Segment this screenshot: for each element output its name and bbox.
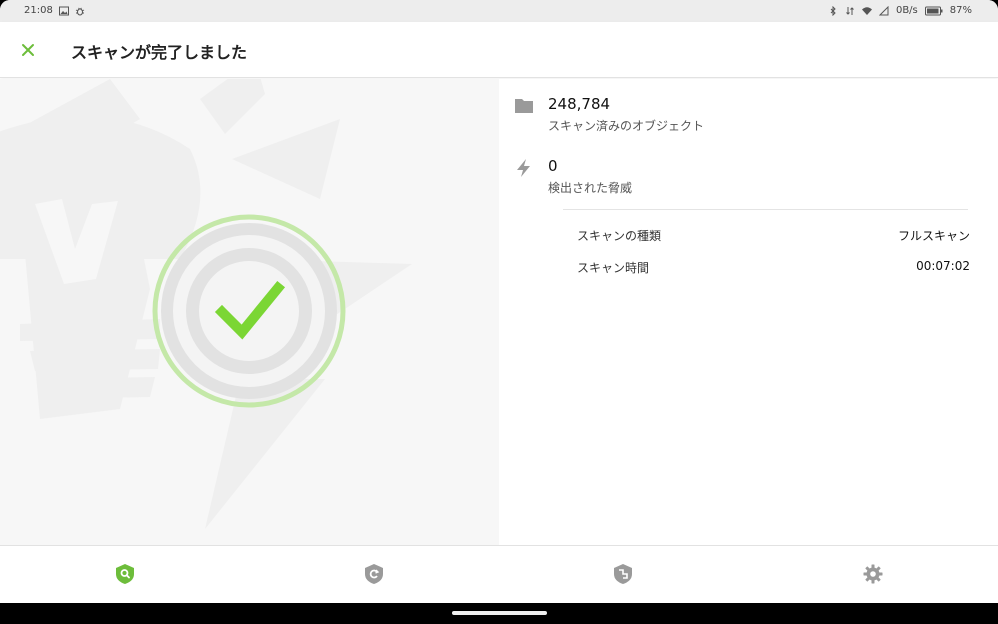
scanned-objects-label: スキャン済みのオブジェクト [548, 119, 705, 133]
cellular-signal-icon [878, 5, 889, 15]
threats-count: 0 [548, 157, 558, 175]
scan-complete-indicator [152, 214, 346, 408]
data-transfer-icon [846, 6, 854, 15]
close-icon[interactable] [16, 38, 40, 62]
divider [563, 209, 968, 210]
status-time: 21:08 [24, 5, 53, 16]
app-window: 21:08 0B/s 87% スキャンが完了しました 248,784 スキャン済… [0, 0, 998, 603]
bottom-navigation [0, 545, 998, 603]
shield-search-icon[interactable] [113, 562, 137, 586]
page-title: スキャンが完了しました [71, 43, 248, 62]
scan-results-panel: 248,784 スキャン済みのオブジェクト 0 検出された脅威 スキャンの種類 … [499, 79, 998, 545]
battery-level: 87% [949, 5, 972, 16]
network-speed: 0B/s [895, 5, 918, 16]
gesture-navigation-bar[interactable] [452, 611, 547, 615]
scanned-objects-count: 248,784 [548, 95, 611, 113]
shield-firewall-icon[interactable] [611, 562, 635, 586]
app-bar: スキャンが完了しました [0, 22, 998, 78]
scan-status-panel [0, 79, 499, 545]
wifi-icon [861, 6, 872, 15]
image-notification-icon [58, 6, 69, 15]
gear-icon[interactable] [861, 562, 885, 586]
folder-icon [515, 99, 533, 113]
scan-time-label: スキャン時間 [577, 261, 650, 275]
scan-type-value: フルスキャン [897, 229, 970, 243]
shield-refresh-icon[interactable] [362, 562, 386, 586]
status-bar: 21:08 0B/s 87% [0, 0, 998, 22]
scan-time-value: 00:07:02 [916, 259, 970, 273]
bluetooth-icon [830, 5, 836, 16]
battery-icon [924, 6, 943, 15]
lightning-icon [517, 159, 530, 177]
bug-notification-icon [75, 7, 85, 15]
scan-type-label: スキャンの種類 [577, 229, 662, 243]
threats-label: 検出された脅威 [548, 181, 633, 195]
